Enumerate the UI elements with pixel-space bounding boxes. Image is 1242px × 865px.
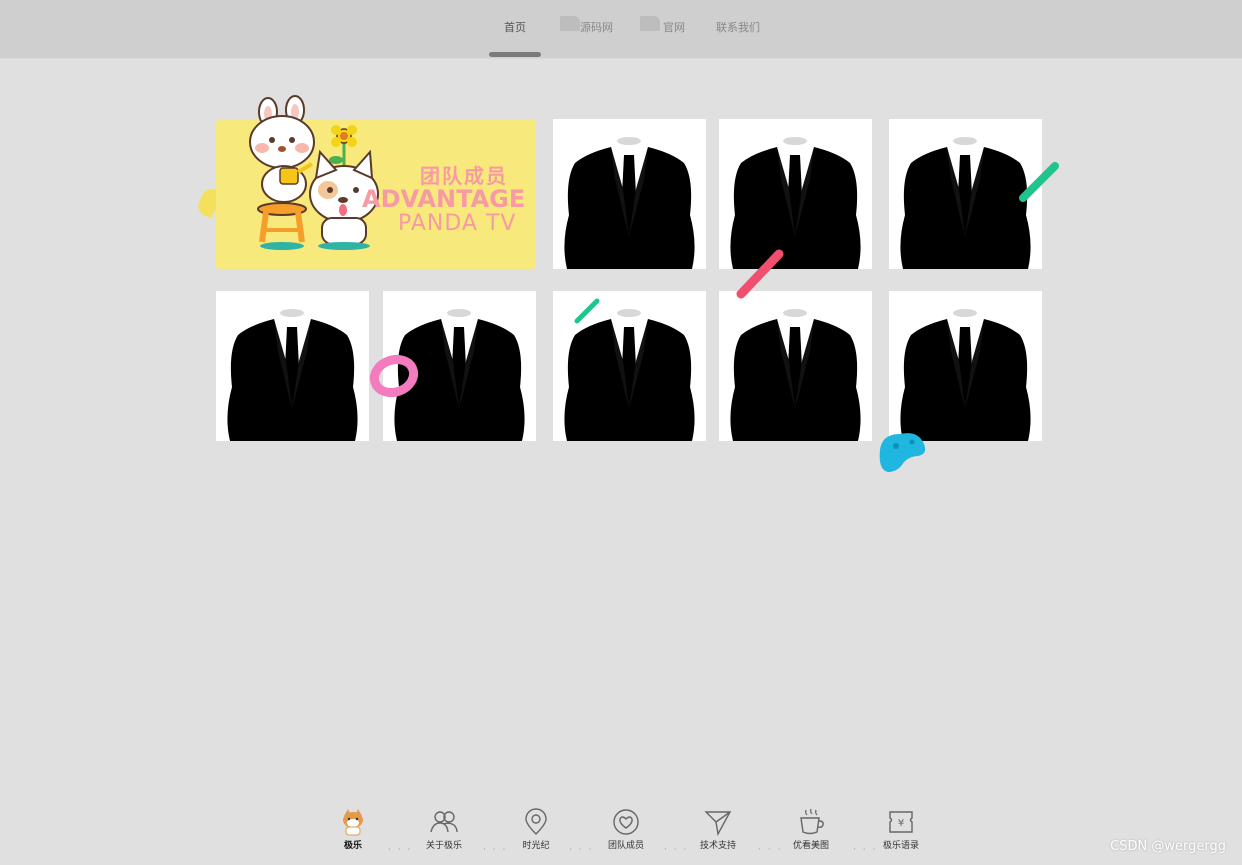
bottom-nav-timeline[interactable]: 时光纪 xyxy=(504,808,568,851)
banner-subtitle: PANDA TV xyxy=(398,211,517,236)
separator-dots: · · · xyxy=(664,845,689,855)
bottom-nav-about[interactable]: 关于极乐 xyxy=(412,808,476,851)
banner-title-en: ADVANTAGE xyxy=(362,185,526,213)
bottom-nav-label: 优看美图 xyxy=(792,841,829,851)
separator-dots: · · · xyxy=(388,845,413,855)
top-nav-bar xyxy=(0,0,1242,59)
member-card[interactable] xyxy=(889,291,1042,441)
nav-blur-mask xyxy=(640,16,660,31)
suit-silhouette-icon xyxy=(564,135,695,269)
nav-item-source[interactable]: 源码网 xyxy=(580,19,613,35)
svg-text:¥: ¥ xyxy=(898,818,904,829)
suit-silhouette-icon xyxy=(227,307,358,441)
bottom-nav-label: 关于极乐 xyxy=(425,841,462,851)
bottom-nav-gallery[interactable]: 优看美图 xyxy=(779,808,843,851)
nav-item-home[interactable]: 首页 xyxy=(504,19,526,35)
bottom-nav-label: 极乐 xyxy=(343,841,362,851)
heart-circle-icon xyxy=(613,809,639,835)
separator-dots: · · · xyxy=(569,845,594,855)
green-small-stick-decor xyxy=(574,298,600,324)
bottom-nav-label: 团队成员 xyxy=(607,841,644,851)
nav-active-indicator xyxy=(489,52,541,57)
bottom-nav-jile[interactable]: 极乐 xyxy=(321,808,385,851)
coffee-cup-icon xyxy=(800,808,824,835)
bottom-nav-label: 技术支持 xyxy=(699,841,736,851)
member-card[interactable] xyxy=(719,291,872,441)
group-icon xyxy=(430,811,458,833)
watermark: CSDN @wergergg xyxy=(1110,839,1226,854)
bottom-nav-team[interactable]: 团队成员 xyxy=(594,808,658,851)
bottom-nav-quotes[interactable]: ¥ 极乐语录 xyxy=(869,808,933,851)
bottom-nav-label: 时光纪 xyxy=(522,841,550,851)
green-stick-decor xyxy=(1019,162,1059,202)
member-card[interactable] xyxy=(553,119,706,269)
ticket-yen-icon: ¥ xyxy=(889,811,913,833)
member-card[interactable] xyxy=(216,291,369,441)
send-icon xyxy=(704,811,732,836)
nav-item-official[interactable]: 官网 xyxy=(663,19,685,35)
bottom-nav-support[interactable]: 技术支持 xyxy=(686,808,750,851)
bunny-dog-illustration-icon xyxy=(249,95,379,250)
suit-silhouette-icon xyxy=(900,307,1031,441)
blue-gamepad-decor xyxy=(879,433,926,472)
shiba-dog-icon xyxy=(343,809,363,836)
pink-stick-decor xyxy=(736,249,784,299)
nav-item-contact[interactable]: 联系我们 xyxy=(716,19,760,35)
nav-blur-mask xyxy=(560,16,580,31)
suit-silhouette-icon xyxy=(730,307,861,441)
pink-donut-decor xyxy=(369,354,419,398)
bottom-nav-label: 极乐语录 xyxy=(882,841,919,851)
location-pin-icon xyxy=(525,808,547,835)
